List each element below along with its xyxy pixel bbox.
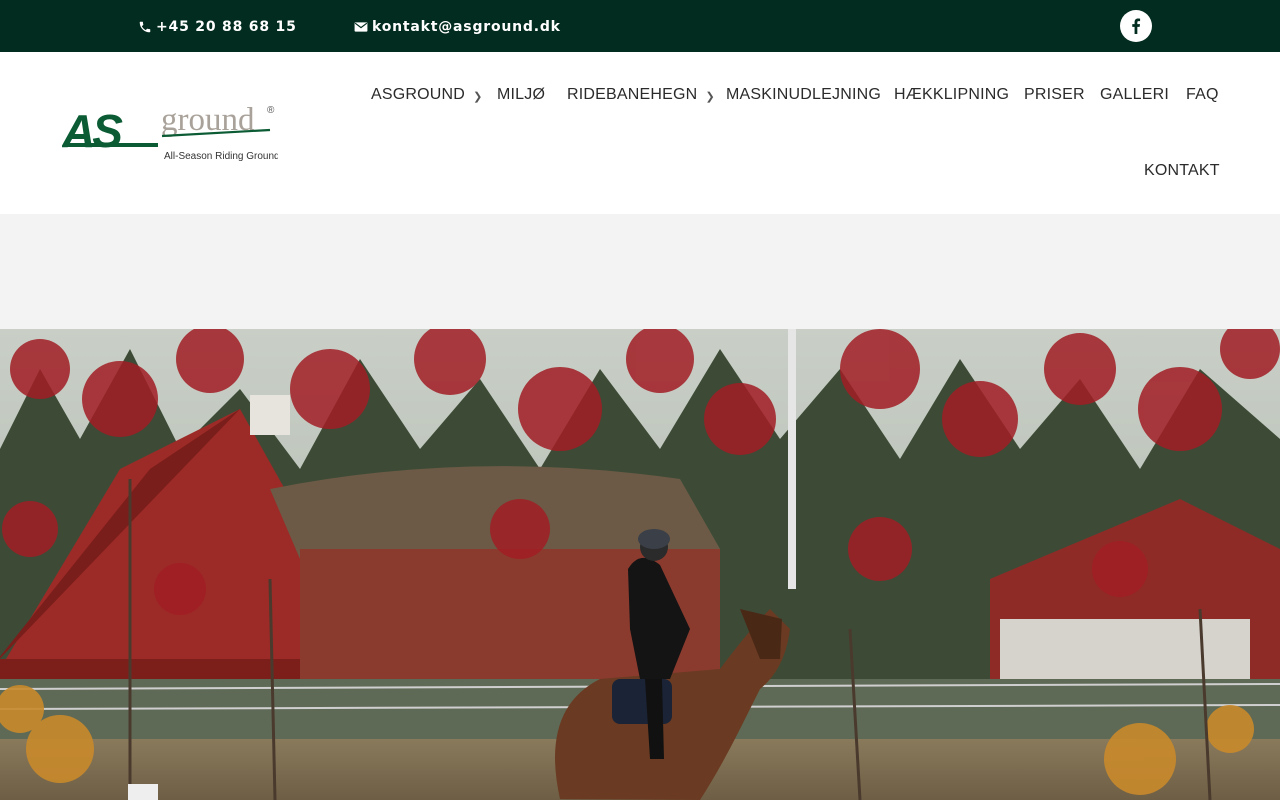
nav-item-faq[interactable]: FAQ xyxy=(1186,86,1219,104)
phone-icon xyxy=(139,21,151,33)
top-contact-bar: +45 20 88 68 15 kontakt@asground.dk xyxy=(0,0,1280,52)
nav-item-miljo[interactable]: MILJØ xyxy=(497,86,545,104)
nav-item-maskinudlejning[interactable]: MASKINUDLEJNING xyxy=(726,86,881,104)
chevron-down-icon: ❯ xyxy=(705,90,715,103)
phone-link[interactable]: +45 20 88 68 15 xyxy=(138,19,297,35)
chevron-down-icon: ❯ xyxy=(473,90,483,103)
nav-label: FAQ xyxy=(1186,86,1219,103)
nav-item-ridebanehegn[interactable]: RIDEBANEHEGN ❯ xyxy=(567,86,715,104)
envelope-icon xyxy=(354,22,368,32)
nav-label: KONTAKT xyxy=(1144,162,1220,179)
nav-label: ASGROUND xyxy=(371,86,466,103)
nav-label: PRISER xyxy=(1024,86,1085,103)
nav-item-kontakt[interactable]: KONTAKT xyxy=(1144,162,1220,180)
logo-underline xyxy=(64,143,158,147)
nav-label: HÆKKLIPNING xyxy=(894,86,1010,103)
hero-illustration xyxy=(0,329,1280,800)
facebook-button[interactable] xyxy=(1120,10,1152,42)
email-address: kontakt@asground.dk xyxy=(372,19,561,35)
flag-pole xyxy=(788,329,796,589)
site-header: AS ground ® All-Season Riding Ground ASG… xyxy=(0,52,1280,214)
logo-registered-mark: ® xyxy=(267,105,275,116)
nav-item-priser[interactable]: PRISER xyxy=(1024,86,1085,104)
nav-label: MILJØ xyxy=(497,86,546,103)
page-spacer-band xyxy=(0,214,1280,329)
nav-item-haekklipning[interactable]: HÆKKLIPNING xyxy=(894,86,1009,104)
logo-mark: AS ground ® All-Season Riding Ground xyxy=(61,102,280,162)
nav-label: MASKINUDLEJNING xyxy=(726,86,882,103)
nav-label: GALLERI xyxy=(1100,86,1169,103)
nav-item-galleri[interactable]: GALLERI xyxy=(1100,86,1169,104)
arena-letter-marker xyxy=(128,784,158,800)
logo-as-text: AS xyxy=(62,105,123,157)
email-link[interactable]: kontakt@asground.dk xyxy=(354,19,561,35)
nav-label: RIDEBANEHEGN xyxy=(567,86,698,103)
facebook-icon xyxy=(1132,18,1141,34)
hero-image xyxy=(0,329,1280,800)
nav-item-asground[interactable]: ASGROUND ❯ xyxy=(371,86,482,104)
site-logo[interactable]: AS ground ® All-Season Riding Ground xyxy=(61,99,280,165)
phone-number: +45 20 88 68 15 xyxy=(156,19,297,35)
logo-tagline: All-Season Riding Ground xyxy=(164,151,278,162)
